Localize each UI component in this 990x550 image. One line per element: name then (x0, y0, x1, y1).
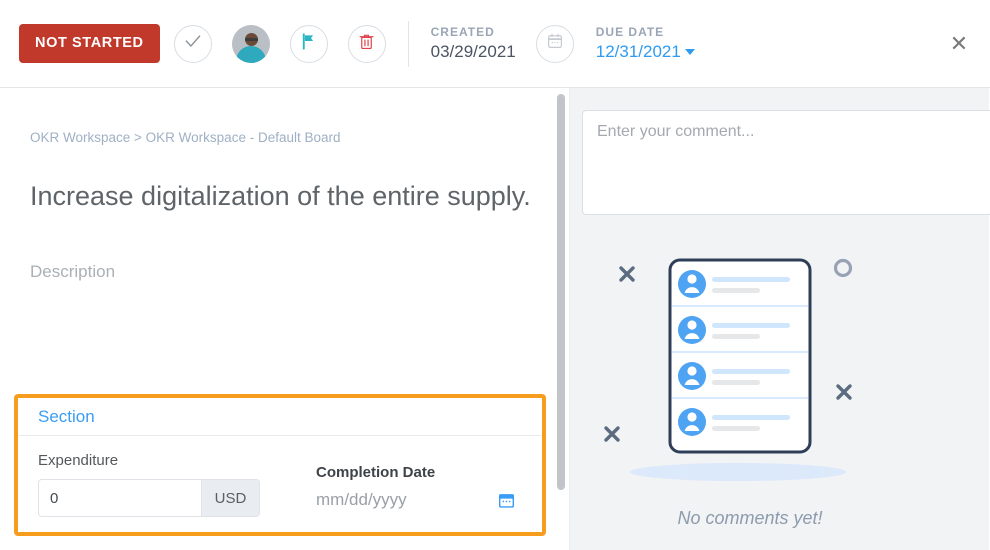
expenditure-field-group: Expenditure USD (38, 452, 306, 517)
expenditure-input-group: USD (38, 479, 260, 517)
avatar-glasses-icon (244, 37, 258, 41)
status-badge[interactable]: NOT STARTED (19, 24, 160, 63)
due-date-value-wrap[interactable]: 12/31/2021 (596, 42, 695, 62)
comment-input[interactable] (583, 111, 990, 214)
due-date-value: 12/31/2021 (595, 42, 681, 61)
created-value: 03/29/2021 (430, 42, 516, 61)
trash-icon (357, 32, 376, 56)
calendar-icon (546, 32, 564, 55)
completion-date-placeholder: mm/dd/yyyy (316, 490, 407, 509)
scrollbar-thumb[interactable] (557, 94, 565, 490)
check-circle-icon (183, 31, 203, 56)
close-icon: ✕ (949, 31, 969, 56)
section-card: Section Expenditure USD Completion Date … (14, 394, 546, 536)
breadcrumb[interactable]: OKR Workspace > OKR Workspace - Default … (30, 130, 569, 145)
close-button[interactable]: ✕ (944, 29, 974, 59)
due-date-meta: DUE DATE 12/31/2021 (596, 25, 695, 62)
details-scrollbar[interactable] (554, 88, 568, 550)
section-header: Section (18, 398, 542, 436)
modal-header: NOT STARTED CREATED 03/29/2021 DUE DATE … (0, 0, 990, 88)
comment-list-illustration (588, 246, 888, 486)
due-date-picker-button[interactable] (535, 24, 574, 63)
currency-addon: USD (201, 480, 259, 516)
completion-date-label: Completion Date (316, 464, 436, 481)
avatar-body (235, 45, 266, 63)
description-placeholder[interactable]: Description (30, 262, 569, 282)
comments-pane: No comments yet! (570, 88, 990, 550)
task-detail-modal: NOT STARTED CREATED 03/29/2021 DUE DATE … (0, 0, 990, 550)
comment-box[interactable] (582, 110, 990, 215)
completion-date-field-group: Completion Date mm/dd/yyyy (316, 452, 531, 517)
flag-icon (299, 32, 318, 56)
created-label: CREATED (430, 25, 495, 39)
empty-state-text: No comments yet! (677, 508, 823, 528)
page-title[interactable]: Increase digitalization of the entire su… (30, 181, 569, 212)
due-date-label: DUE DATE (595, 25, 665, 39)
section-body: Expenditure USD Completion Date mm/dd/yy… (18, 436, 542, 517)
complete-task-button[interactable] (173, 24, 212, 63)
completion-date-row[interactable]: mm/dd/yyyy (316, 490, 516, 510)
expenditure-label: Expenditure (38, 452, 119, 469)
expenditure-input[interactable] (39, 480, 201, 516)
avatar[interactable] (231, 24, 270, 63)
header-divider (407, 20, 409, 67)
task-details-pane: OKR Workspace > OKR Workspace - Default … (0, 88, 570, 550)
modal-body: OKR Workspace > OKR Workspace - Default … (0, 88, 990, 550)
created-meta: CREATED 03/29/2021 (431, 25, 516, 62)
delete-task-button[interactable] (347, 24, 386, 63)
section-title: Section (38, 406, 95, 426)
flag-task-button[interactable] (289, 24, 328, 63)
calendar-icon[interactable] (497, 491, 516, 510)
chevron-down-icon (684, 49, 695, 55)
